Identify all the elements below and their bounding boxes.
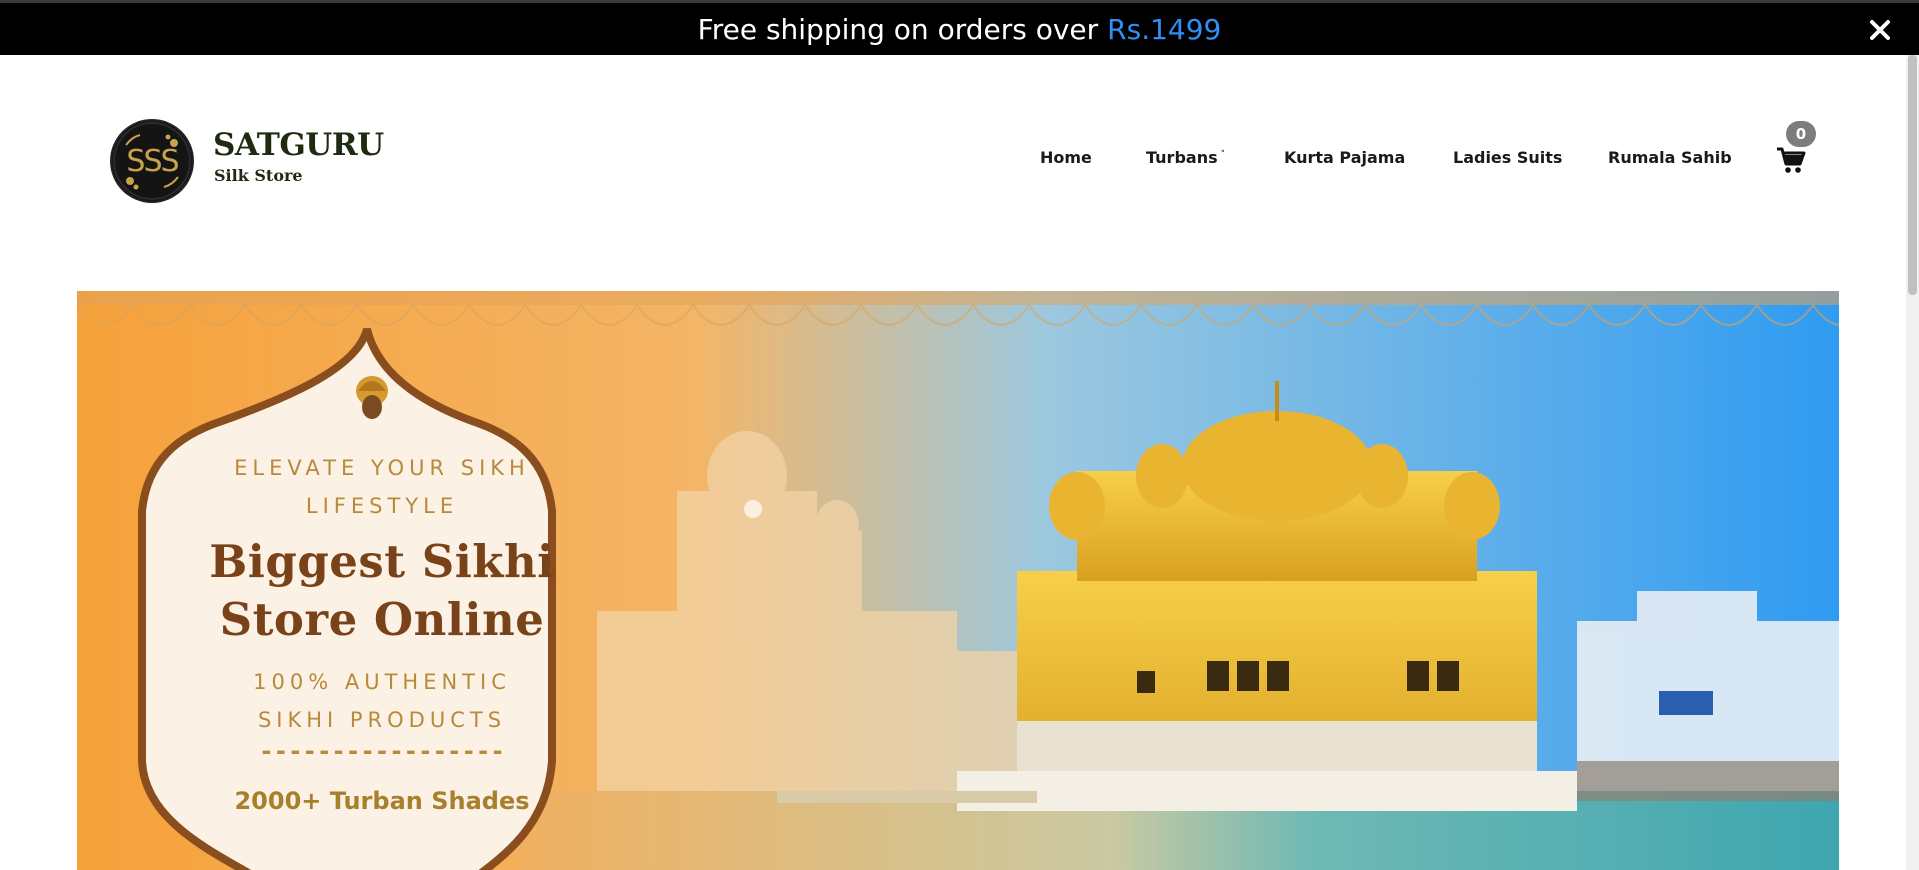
- close-icon[interactable]: [1867, 17, 1893, 43]
- nav-turbans[interactable]: Turbans ˅: [1146, 148, 1225, 167]
- cart-count-badge: 0: [1786, 121, 1816, 147]
- hero-kicker-line2: LIFESTYLE: [305, 494, 459, 518]
- nav-rumala-sahib[interactable]: Rumala Sahib: [1608, 148, 1732, 167]
- hero-headline-line2: Store Online: [219, 593, 545, 646]
- hero-shades-text: 2000+ Turban Shades: [234, 787, 530, 815]
- hero-sub-line2: SIKHI PRODUCTS: [257, 708, 507, 732]
- brand-subtitle: Silk Store: [214, 166, 303, 185]
- hero-headline-line1: Biggest Sikhi: [209, 535, 555, 588]
- brand-logo[interactable]: SSS: [112, 121, 192, 201]
- nav-kurta-pajama[interactable]: Kurta Pajama: [1284, 148, 1405, 167]
- announcement-price: Rs.1499: [1107, 12, 1222, 46]
- scrollbar-thumb[interactable]: [1908, 55, 1917, 295]
- logo-text: SSS: [126, 143, 179, 179]
- nav-ladies-suits[interactable]: Ladies Suits: [1453, 148, 1562, 167]
- cart-icon[interactable]: [1776, 145, 1806, 175]
- hero-text-panel: ELEVATE YOUR SIKH LIFESTYLE Biggest Sikh…: [77, 291, 677, 870]
- announcement-bar: Free shipping on orders over Rs.1499: [0, 0, 1919, 55]
- hero-sub-line1: 100% AUTHENTIC: [253, 670, 511, 694]
- announcement-text: Free shipping on orders over: [697, 12, 1099, 46]
- hero-divider: -----------------: [259, 737, 505, 765]
- page-scrollbar[interactable]: [1906, 55, 1919, 870]
- hero-banner[interactable]: ELEVATE YOUR SIKH LIFESTYLE Biggest Sikh…: [77, 291, 1839, 870]
- nav-turbans-label: Turbans: [1146, 148, 1218, 167]
- nav-home[interactable]: Home: [1040, 148, 1092, 167]
- chevron-down-icon: ˅: [1220, 150, 1226, 160]
- hero-kicker-line1: ELEVATE YOUR SIKH: [234, 456, 530, 480]
- brand-title[interactable]: SATGURU: [213, 127, 384, 163]
- site-header: SSS SATGURU Silk Store Home Turbans ˅ Kur…: [0, 55, 1919, 235]
